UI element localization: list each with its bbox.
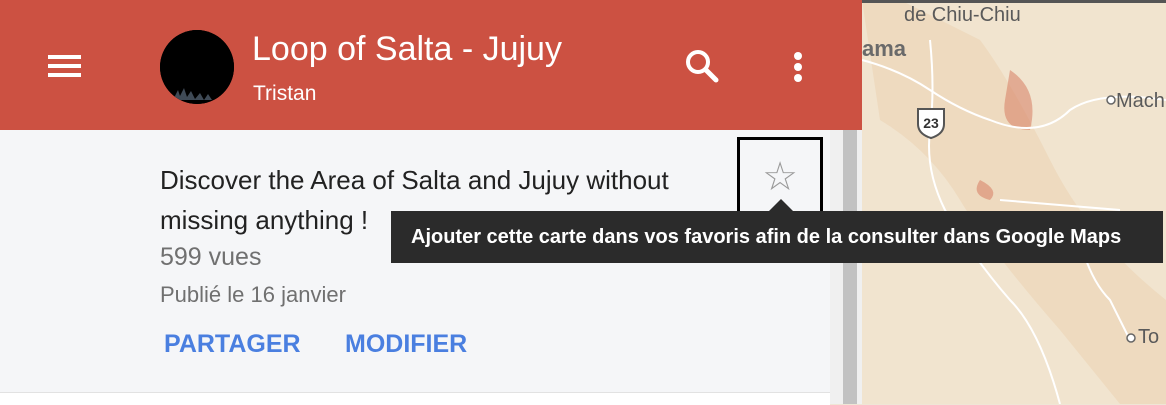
route-number: 23 xyxy=(923,115,939,131)
hamburger-menu-icon[interactable] xyxy=(40,46,88,86)
page-title: Loop of Salta - Jujuy xyxy=(252,30,562,68)
map-info-panel: Loop of Salta - Jujuy Tristan Discover t… xyxy=(0,0,862,405)
tooltip-arrow xyxy=(769,199,793,211)
map-label-to: To xyxy=(1138,326,1160,348)
share-button[interactable]: PARTAGER xyxy=(164,330,301,359)
map-label-chiu-chiu: de Chiu-Chiu xyxy=(904,4,1021,26)
author-name: Tristan xyxy=(253,82,317,105)
header-bar: Loop of Salta - Jujuy Tristan xyxy=(0,0,862,130)
scrollbar-thumb[interactable] xyxy=(843,130,857,404)
avatar xyxy=(160,30,234,104)
view-count: 599 vues xyxy=(160,243,262,271)
map-label-ama: ama xyxy=(862,36,907,61)
publish-date: Publié le 16 janvier xyxy=(160,282,346,307)
search-icon[interactable] xyxy=(680,44,724,88)
more-vertical-icon[interactable] xyxy=(780,44,816,88)
route-shield-icon: 23 xyxy=(914,106,948,140)
edit-button[interactable]: MODIFIER xyxy=(345,330,467,359)
map-label-mach: Mach xyxy=(1116,90,1165,112)
next-section xyxy=(0,392,830,405)
favorite-tooltip: Ajouter cette carte dans vos favoris afi… xyxy=(391,211,1163,263)
star-icon: ☆ xyxy=(762,155,798,199)
